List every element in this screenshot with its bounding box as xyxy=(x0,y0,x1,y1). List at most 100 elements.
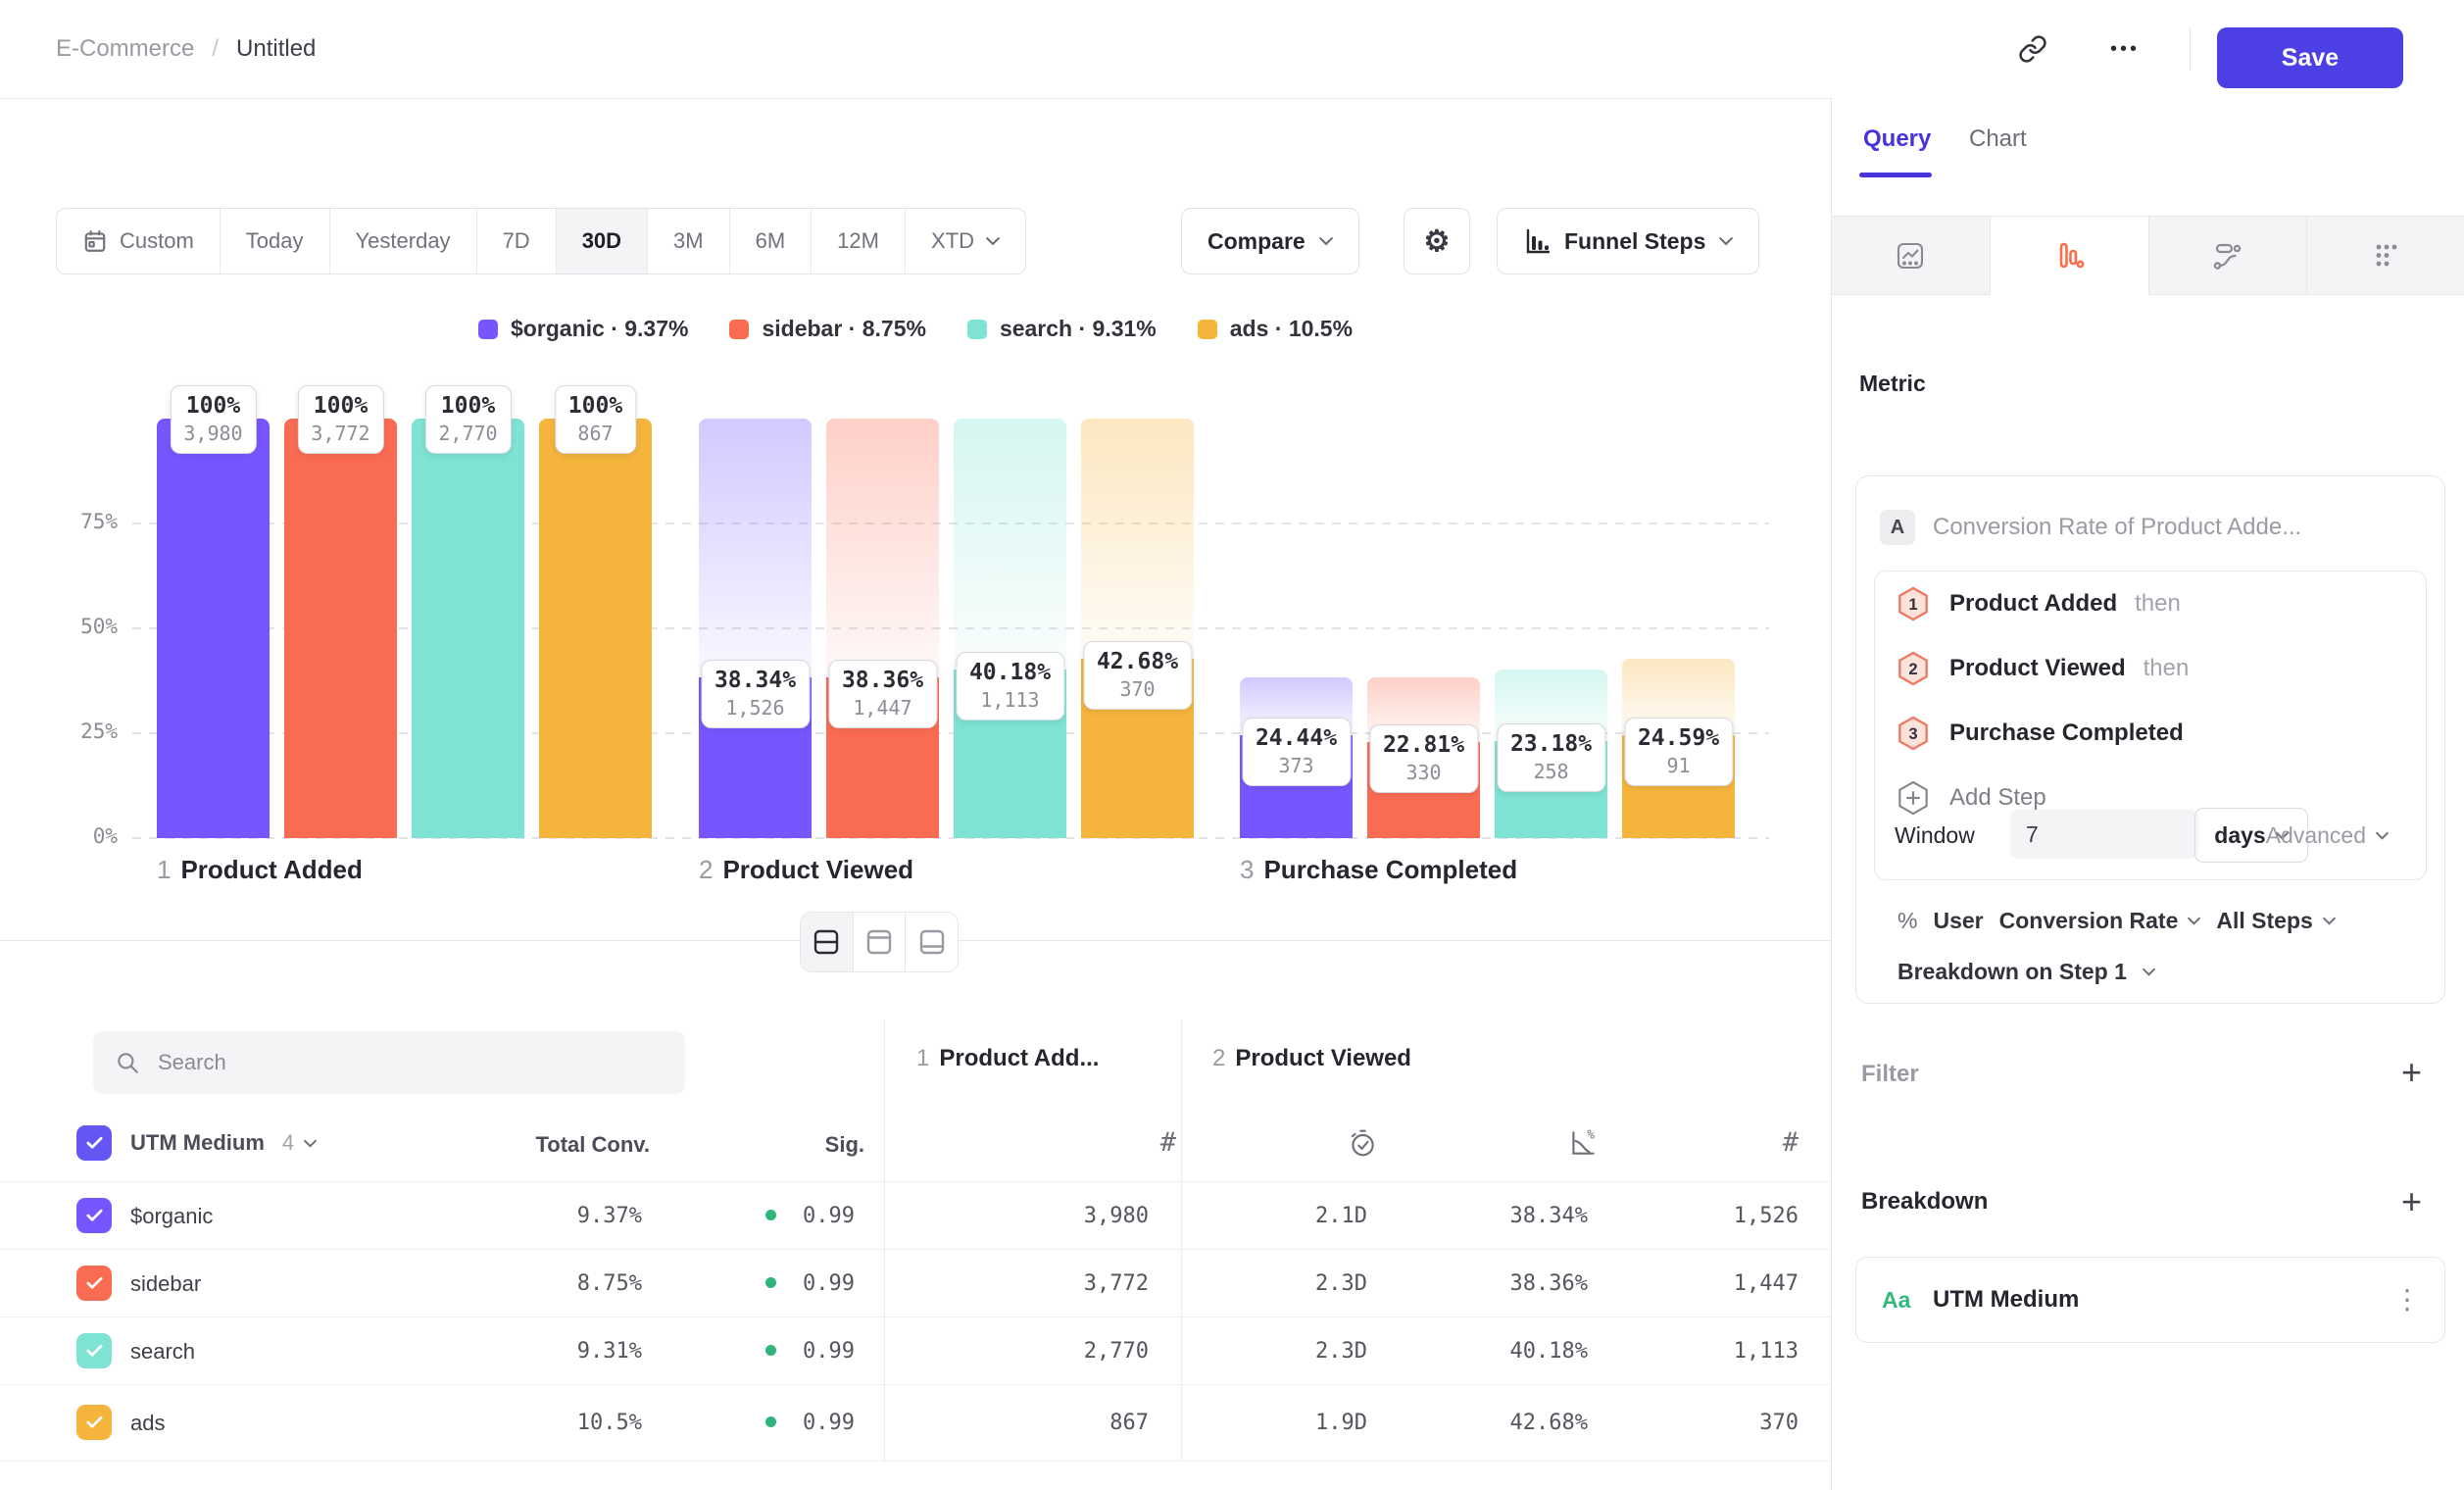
date-range-12m[interactable]: 12M xyxy=(811,209,905,273)
table-step2-header[interactable]: 2Product Viewed xyxy=(1212,1045,1411,1072)
view-toggle-table-only[interactable] xyxy=(905,913,958,971)
date-range-7d[interactable]: 7D xyxy=(476,209,556,273)
legend-item-sidebar[interactable]: sidebar · 8.75% xyxy=(729,316,925,342)
add-filter-button[interactable]: + xyxy=(2401,1055,2422,1090)
date-range-30d-active[interactable]: 30D xyxy=(556,209,647,273)
bar-count-value: 3,772 xyxy=(311,422,370,446)
view-toggle-split[interactable] xyxy=(801,913,853,971)
row-checkbox[interactable] xyxy=(76,1198,112,1233)
row-checkbox[interactable] xyxy=(76,1333,112,1368)
conversion-chart-icon: % xyxy=(1567,1127,1599,1159)
tab-retention[interactable] xyxy=(2306,217,2464,295)
bar-count-value: 1,113 xyxy=(969,688,1051,713)
table-step1-header[interactable]: 1Product Add... xyxy=(916,1045,1099,1072)
save-button[interactable]: Save xyxy=(2217,27,2403,88)
legend-item-ads[interactable]: ads · 10.5% xyxy=(1198,316,1353,342)
table-row-border xyxy=(0,1316,1831,1317)
table-row-border xyxy=(0,1181,1831,1182)
date-range-xtd[interactable]: XTD xyxy=(905,209,1025,273)
tab-query[interactable]: Query xyxy=(1863,125,1931,153)
date-range-3m[interactable]: 3M xyxy=(647,209,729,273)
kebab-menu-icon[interactable]: ⋮ xyxy=(2393,1283,2421,1316)
funnel-bar[interactable] xyxy=(1367,742,1480,838)
breadcrumb-project[interactable]: E-Commerce xyxy=(56,35,194,63)
funnel-bar[interactable] xyxy=(284,419,397,838)
step1-count-column[interactable]: # xyxy=(1117,1127,1176,1158)
group-column-header[interactable]: UTM Medium 4 xyxy=(130,1130,317,1156)
chevron-down-icon xyxy=(2376,831,2389,840)
funnel-bar[interactable] xyxy=(412,419,524,838)
funnel-bar[interactable] xyxy=(1081,659,1194,838)
funnel-step-axis-label: 1Product Added xyxy=(157,855,363,885)
funnel-bar[interactable] xyxy=(1622,735,1735,838)
date-range-today[interactable]: Today xyxy=(220,209,329,273)
table-row-border xyxy=(0,1384,1831,1385)
more-options-button[interactable]: ••• xyxy=(2103,27,2146,71)
conversion-window-row: Window days Advanced xyxy=(1895,834,2406,887)
step2-time-column[interactable] xyxy=(1333,1127,1392,1159)
chart-type-selector[interactable]: Funnel Steps xyxy=(1497,208,1759,274)
check-icon xyxy=(86,1344,103,1358)
funnel-bar[interactable] xyxy=(1495,741,1607,838)
view-toggle-chart-only[interactable] xyxy=(853,913,906,971)
search-input[interactable] xyxy=(156,1049,664,1076)
funnel-bar[interactable] xyxy=(699,677,812,838)
funnel-bar[interactable] xyxy=(954,670,1066,838)
funnel-bar[interactable] xyxy=(157,419,270,838)
tab-insights[interactable] xyxy=(1832,217,1990,295)
date-range-custom[interactable]: Custom xyxy=(57,209,220,273)
tab-funnels-active[interactable] xyxy=(1990,217,2148,295)
metric-selector[interactable]: Conversion Rate xyxy=(1999,908,2201,934)
total-conv-column-header[interactable]: Total Conv. xyxy=(454,1132,650,1158)
breakdown-on-step-selector[interactable]: Breakdown on Step 1 xyxy=(1897,959,2155,985)
check-icon xyxy=(86,1209,103,1222)
advanced-toggle[interactable]: Advanced xyxy=(2266,822,2389,849)
funnel-bar-previous-step-ghost xyxy=(1495,670,1607,741)
metric-section-heading: Metric xyxy=(1859,371,1926,397)
scope-selector[interactable]: All Steps xyxy=(2216,908,2335,934)
funnel-bar-previous-step-ghost xyxy=(1622,659,1735,734)
funnel-step-2[interactable]: 2 Product Viewed then xyxy=(1895,650,2189,687)
tab-chart[interactable]: Chart xyxy=(1969,125,2027,153)
chart-settings-button[interactable]: ⚙ xyxy=(1404,208,1470,274)
entity-selector[interactable]: User xyxy=(1933,908,1983,934)
funnel-step-1[interactable]: 1 Product Added then xyxy=(1895,585,2181,622)
table-row-border xyxy=(0,1249,1831,1250)
total-conv-value: 8.75% xyxy=(446,1271,642,1296)
step2-count-value: 1,113 xyxy=(1622,1339,1799,1364)
gridline xyxy=(132,627,1769,629)
sig-column-header[interactable]: Sig. xyxy=(737,1132,864,1158)
chart-legend: $organic · 9.37% sidebar · 8.75% search … xyxy=(0,316,1831,342)
date-range-6m[interactable]: 6M xyxy=(729,209,812,273)
row-checkbox[interactable] xyxy=(76,1405,112,1440)
add-breakdown-button[interactable]: + xyxy=(2401,1184,2422,1219)
funnel-step-3[interactable]: 3 Purchase Completed xyxy=(1895,715,2201,752)
legend-item-search[interactable]: search · 9.31% xyxy=(967,316,1157,342)
legend-item-organic[interactable]: $organic · 9.37% xyxy=(478,316,689,342)
metric-title[interactable]: Conversion Rate of Product Adde... xyxy=(1933,514,2301,541)
step2-rate-value: 38.36% xyxy=(1411,1271,1588,1296)
step1-count-value: 867 xyxy=(953,1411,1149,1435)
bar-count-value: 373 xyxy=(1256,754,1337,778)
funnel-bar[interactable] xyxy=(1240,735,1353,838)
window-value-input[interactable] xyxy=(2010,810,2198,859)
significance-dot xyxy=(765,1277,776,1288)
breadcrumb-report-title[interactable]: Untitled xyxy=(236,35,316,63)
step2-rate-column[interactable]: % xyxy=(1553,1127,1612,1159)
date-range-yesterday[interactable]: Yesterday xyxy=(329,209,476,273)
check-icon xyxy=(86,1276,103,1290)
row-checkbox[interactable] xyxy=(76,1266,112,1301)
select-all-checkbox[interactable] xyxy=(76,1125,112,1161)
funnel-bar[interactable] xyxy=(539,419,652,838)
bar-value-label: 42.68%370 xyxy=(1083,641,1192,710)
compare-button[interactable]: Compare xyxy=(1181,208,1359,274)
tab-flows[interactable] xyxy=(2148,217,2307,295)
bar-count-value: 867 xyxy=(568,422,622,446)
funnel-bar[interactable] xyxy=(826,677,939,838)
step2-count-column[interactable]: # xyxy=(1740,1127,1799,1158)
bar-count-value: 91 xyxy=(1638,754,1719,778)
copy-link-button[interactable] xyxy=(2011,27,2054,71)
bar-count-value: 3,980 xyxy=(183,422,242,446)
breakdown-item[interactable]: Aa UTM Medium ⋮ xyxy=(1855,1257,2445,1343)
date-range-selector: Custom Today Yesterday 7D 30D 3M 6M 12M … xyxy=(56,208,1026,274)
